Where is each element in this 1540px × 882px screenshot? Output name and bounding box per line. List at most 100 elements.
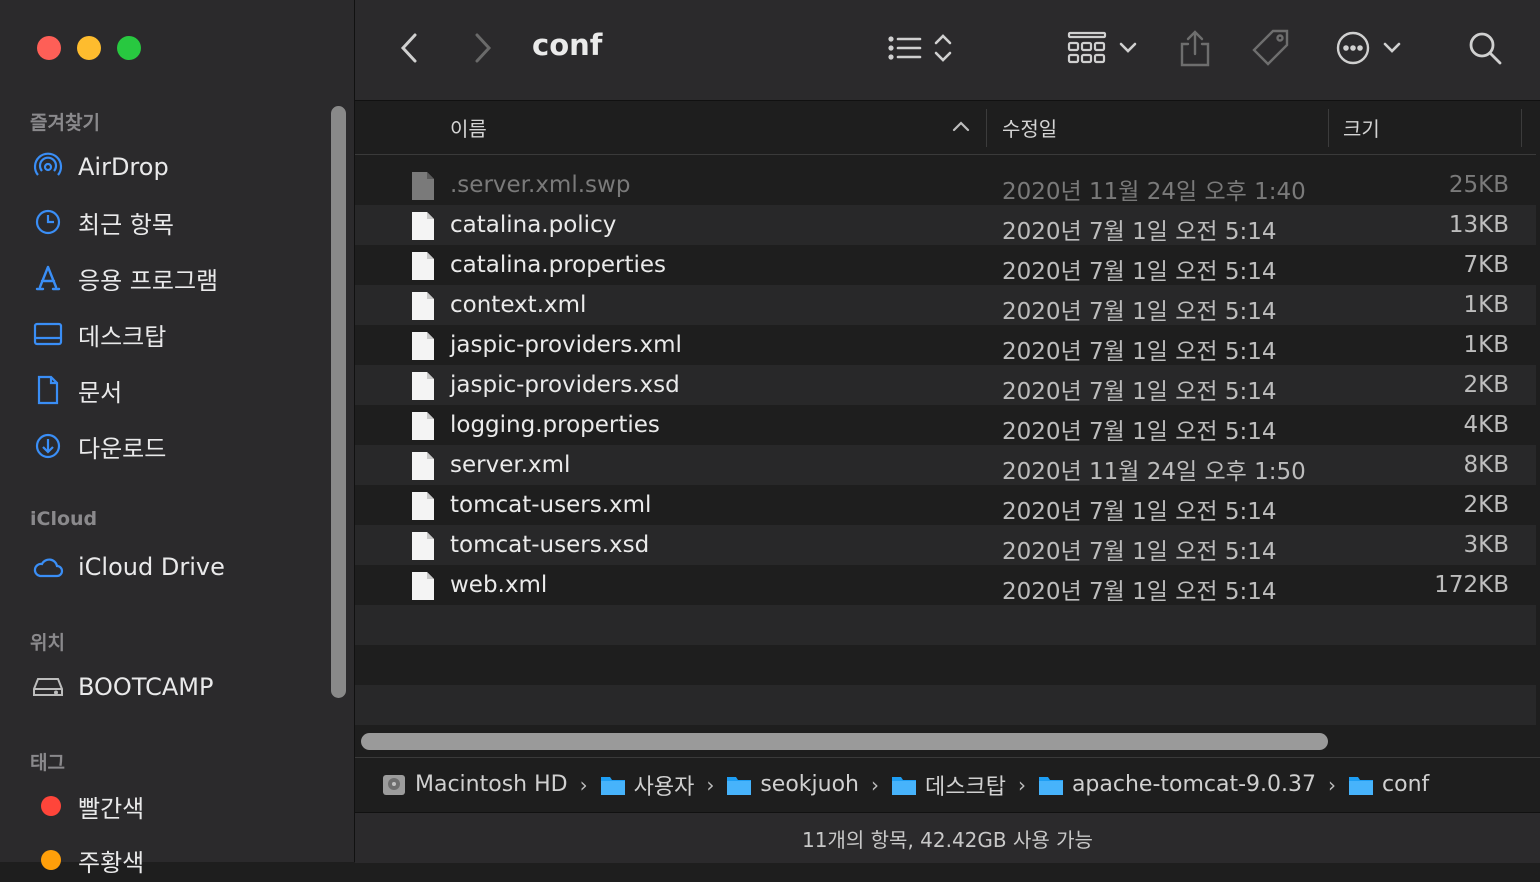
sidebar-item-bootcamp[interactable]: BOOTCAMP (32, 665, 213, 709)
sidebar-item-desktop[interactable]: 데스크탑 (32, 312, 166, 356)
empty-row (355, 685, 1536, 725)
toolbar: conf (355, 0, 1540, 101)
file-row[interactable]: .server.xml.swp 2020년 11월 24일 오후 1:40 25KB (355, 165, 1536, 205)
sidebar-item-tag-red[interactable]: 빨간색 (32, 784, 144, 828)
column-header-size[interactable]: 크기 (1343, 113, 1380, 142)
back-button[interactable] (395, 26, 425, 70)
file-size: 1KB (1463, 332, 1510, 358)
sidebar-item-icloud-drive[interactable]: iCloud Drive (32, 545, 225, 589)
home-folder-icon (727, 776, 752, 795)
more-actions-button[interactable] (1335, 26, 1403, 70)
sidebar-item-label: 주황색 (78, 848, 145, 877)
chevron-left-icon (400, 33, 417, 63)
breadcrumb-label: 사용자 (633, 774, 695, 800)
drive-icon (32, 671, 64, 703)
status-bar: 11개의 항목, 42.42GB 사용 가능 (355, 812, 1540, 863)
column-header-bar: 이름 수정일 크기 (355, 101, 1536, 155)
sidebar: 즐겨찾기 AirDrop 최근 항목 응용 프로그램 데스크탑 문서 다운로드 … (0, 0, 355, 877)
breadcrumb-item[interactable]: 데스크탑 (891, 769, 1006, 801)
file-row[interactable]: web.xml 2020년 7월 1일 오전 5:14 172KB (355, 565, 1536, 605)
column-divider[interactable] (1328, 109, 1329, 147)
empty-row (355, 645, 1536, 685)
file-icon (412, 412, 434, 440)
file-row[interactable]: context.xml 2020년 7월 1일 오전 5:14 1KB (355, 285, 1536, 325)
share-button[interactable] (1177, 26, 1213, 70)
file-row[interactable]: jaspic-providers.xml 2020년 7월 1일 오전 5:14 1… (355, 325, 1536, 365)
path-bar: Macintosh HD › 사용자 › seokjuoh › 데스크탑 › apache-to… (355, 757, 1540, 811)
file-icon (412, 372, 434, 400)
file-row[interactable]: catalina.policy 2020년 7월 1일 오전 5:14 13KB (355, 205, 1536, 245)
sidebar-scrollbar[interactable] (331, 106, 346, 698)
applications-icon (32, 262, 64, 294)
file-modified-date: 2020년 7월 1일 오전 5:14 (1002, 539, 1277, 565)
file-modified-date: 2020년 7월 1일 오전 5:14 (1002, 419, 1277, 445)
chevron-down-icon (1383, 42, 1401, 53)
sidebar-item-label: 다운로드 (78, 434, 167, 463)
file-row[interactable]: logging.properties 2020년 7월 1일 오전 5:14 4KB (355, 405, 1536, 445)
sidebar-item-applications[interactable]: 응용 프로그램 (32, 256, 218, 300)
chevron-down-icon (1119, 42, 1137, 53)
file-icon (412, 332, 434, 360)
column-header-name[interactable]: 이름 (450, 113, 487, 142)
sidebar-item-recents[interactable]: 최근 항목 (32, 200, 174, 244)
forward-button[interactable] (467, 26, 497, 70)
desktop-folder-icon (891, 776, 916, 795)
file-list: .server.xml.swp 2020년 11월 24일 오후 1:40 25KB… (355, 165, 1536, 725)
close-button[interactable] (37, 36, 61, 60)
breadcrumb-label: Macintosh HD (415, 772, 568, 797)
zoom-button[interactable] (117, 36, 141, 60)
sidebar-item-tag-orange[interactable]: 주황색 (32, 838, 144, 882)
status-text: 11개의 항목, 42.42GB 사용 가능 (802, 827, 1093, 852)
file-modified-date: 2020년 7월 1일 오전 5:14 (1002, 499, 1277, 525)
sidebar-item-label: 빨간색 (78, 794, 145, 823)
breadcrumb-separator: › (706, 772, 715, 797)
folder-icon (1349, 776, 1374, 795)
file-size: 2KB (1463, 492, 1510, 518)
clock-icon (32, 206, 64, 238)
window-title: conf (532, 28, 603, 62)
file-size: 3KB (1463, 532, 1510, 558)
desktop-icon (32, 318, 64, 350)
group-button[interactable] (1067, 26, 1139, 70)
sidebar-item-documents[interactable]: 문서 (32, 368, 122, 412)
file-modified-date: 2020년 7월 1일 오전 5:14 (1002, 219, 1277, 245)
horizontal-scrollbar[interactable] (361, 733, 1328, 750)
grid-group-icon (1067, 31, 1107, 64)
file-row[interactable]: tomcat-users.xsd 2020년 7월 1일 오전 5:14 3KB (355, 525, 1536, 565)
sidebar-item-downloads[interactable]: 다운로드 (32, 424, 166, 468)
download-icon (32, 430, 64, 462)
column-divider[interactable] (986, 109, 987, 147)
file-row[interactable]: server.xml 2020년 11월 24일 오후 1:50 8KB (355, 445, 1536, 485)
sidebar-item-airdrop[interactable]: AirDrop (32, 145, 169, 189)
column-header-modified[interactable]: 수정일 (1002, 113, 1057, 142)
minimize-button[interactable] (77, 36, 101, 60)
breadcrumb-label: conf (1382, 772, 1430, 797)
folder-users-icon (600, 776, 625, 795)
breadcrumb-label: apache-tomcat-9.0.37 (1071, 772, 1317, 797)
breadcrumb-item[interactable]: seokjuoh (726, 772, 859, 797)
sidebar-item-label: 응용 프로그램 (78, 266, 219, 295)
file-row[interactable]: jaspic-providers.xsd 2020년 7월 1일 오전 5:14 2… (355, 365, 1536, 405)
file-size: 13KB (1448, 212, 1509, 238)
search-button[interactable] (1467, 26, 1503, 70)
column-divider[interactable] (1521, 109, 1522, 147)
tag-button[interactable] (1251, 26, 1291, 70)
breadcrumb-separator: › (870, 772, 879, 797)
folder-icon (1038, 776, 1063, 795)
file-size: 2KB (1463, 372, 1510, 398)
file-row[interactable]: tomcat-users.xml 2020년 7월 1일 오전 5:14 2KB (355, 485, 1536, 525)
breadcrumb-item[interactable]: conf (1348, 772, 1429, 797)
sort-ascending-icon[interactable] (952, 119, 970, 133)
breadcrumb-item[interactable]: Macintosh HD (381, 772, 568, 797)
document-icon (32, 374, 64, 406)
file-name: jaspic-providers.xsd (450, 372, 680, 398)
file-modified-date: 2020년 7월 1일 오전 5:14 (1002, 299, 1277, 325)
breadcrumb-item[interactable]: 사용자 (600, 769, 695, 801)
file-icon (412, 252, 434, 280)
file-size: 7KB (1463, 252, 1510, 278)
file-modified-date: 2020년 7월 1일 오전 5:14 (1002, 379, 1277, 405)
file-row[interactable]: catalina.properties 2020년 7월 1일 오전 5:14 7K… (355, 245, 1536, 285)
view-options-button[interactable] (887, 26, 955, 70)
breadcrumb-item[interactable]: apache-tomcat-9.0.37 (1038, 772, 1316, 797)
search-icon (1469, 32, 1502, 65)
